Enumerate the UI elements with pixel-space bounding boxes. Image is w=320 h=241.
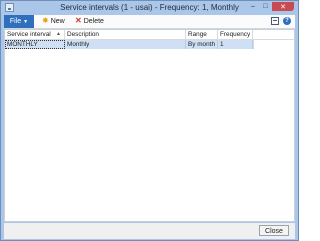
dialog-window: Service intervals (1 - usai) - Frequency… [0, 0, 299, 241]
maximize-button[interactable]: □ [259, 2, 272, 11]
new-button-label: New [50, 17, 65, 25]
table-row[interactable]: MONTHLY Monthly By month 1 [5, 40, 254, 49]
minimize-button[interactable]: – [247, 2, 259, 11]
close-button[interactable]: Close [259, 225, 289, 236]
grid-view-icon[interactable] [271, 17, 279, 25]
cell-range[interactable]: By month [186, 40, 218, 49]
new-star-icon: ✸ [42, 16, 49, 25]
grid-header: Service interval ▲ Description Range Fre… [5, 30, 294, 40]
file-menu-label: File [9, 18, 22, 25]
column-header-label: Service interval [7, 31, 51, 38]
help-icon[interactable]: ? [283, 17, 291, 25]
cell-frequency[interactable]: 1 [218, 40, 253, 49]
new-button[interactable]: ✸ New [42, 17, 65, 25]
cell-service-interval[interactable]: MONTHLY [5, 40, 65, 49]
window-controls: – □ ✕ [247, 2, 294, 11]
column-header-range[interactable]: Range [186, 30, 218, 39]
chevron-down-icon: ▼ [23, 18, 29, 25]
action-pane: File ▼ ✸ New ✕ Delete ? [4, 15, 295, 29]
column-header-frequency[interactable]: Frequency [218, 30, 253, 39]
window-title: Service intervals (1 - usai) - Frequency… [60, 3, 239, 12]
delete-x-icon: ✕ [75, 16, 82, 25]
close-window-button[interactable]: ✕ [272, 2, 294, 11]
column-header-service-interval[interactable]: Service interval ▲ [5, 30, 65, 39]
cell-description[interactable]: Monthly [65, 40, 186, 49]
footer-bar: Close [4, 223, 295, 239]
app-icon [5, 3, 14, 12]
grid-area: Service interval ▲ Description Range Fre… [4, 29, 295, 222]
delete-button-label: Delete [83, 17, 104, 25]
delete-button[interactable]: ✕ Delete [75, 17, 104, 25]
column-header-description[interactable]: Description [65, 30, 186, 39]
title-bar[interactable]: Service intervals (1 - usai) - Frequency… [1, 1, 298, 15]
file-menu-button[interactable]: File ▼ [4, 15, 34, 28]
sort-ascending-icon: ▲ [56, 31, 61, 37]
